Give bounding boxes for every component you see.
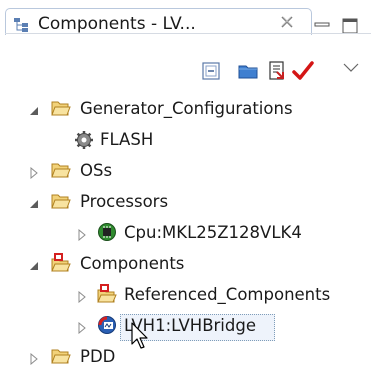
- expanded-twisty-icon[interactable]: [28, 260, 40, 272]
- component-tree-icon: [14, 18, 28, 32]
- component-icon: [98, 316, 116, 334]
- components-folder-icon: [51, 253, 71, 272]
- tree-item-label: PDD: [80, 347, 116, 366]
- tree-item-label: Referenced_Components: [124, 285, 331, 304]
- tree-item-label: Generator_Configurations: [80, 99, 293, 118]
- maximize-icon[interactable]: [341, 18, 359, 34]
- folder-open-icon: [51, 101, 71, 116]
- collapsed-twisty-icon[interactable]: [28, 353, 40, 365]
- checkmark-icon[interactable]: [292, 60, 314, 82]
- cpu-icon: [98, 223, 116, 241]
- view-menu-icon[interactable]: [342, 62, 360, 74]
- tree-item-label: Processors: [80, 192, 169, 211]
- tab-divider: [5, 33, 371, 34]
- tree-item-label: OSs: [80, 161, 113, 180]
- view-tab-bar: Components - LV...: [0, 0, 371, 35]
- folder-open-icon: [51, 194, 71, 209]
- minimize-icon[interactable]: [313, 18, 331, 34]
- collapse-all-icon[interactable]: [200, 60, 222, 82]
- gear-icon: [75, 131, 93, 149]
- view-tab-title: Components - LV...: [38, 14, 196, 34]
- collapsed-twisty-icon[interactable]: [76, 229, 88, 241]
- tree-item-label: FLASH: [100, 130, 154, 149]
- collapsed-twisty-icon[interactable]: [76, 291, 88, 303]
- components-folder-icon: [97, 284, 117, 303]
- mouse-pointer-icon: [131, 322, 148, 349]
- collapsed-twisty-icon[interactable]: [76, 322, 88, 334]
- expanded-twisty-icon[interactable]: [28, 105, 40, 117]
- folder-icon[interactable]: [237, 60, 259, 82]
- tree-item-label: Components: [80, 254, 185, 273]
- collapsed-twisty-icon[interactable]: [28, 167, 40, 179]
- generate-code-icon[interactable]: [266, 60, 288, 82]
- folder-open-icon: [51, 163, 71, 178]
- folder-open-icon: [51, 349, 71, 364]
- close-tab-icon[interactable]: [279, 14, 295, 30]
- tree-item-label: Cpu:MKL25Z128VLK4: [124, 223, 302, 242]
- expanded-twisty-icon[interactable]: [28, 198, 40, 210]
